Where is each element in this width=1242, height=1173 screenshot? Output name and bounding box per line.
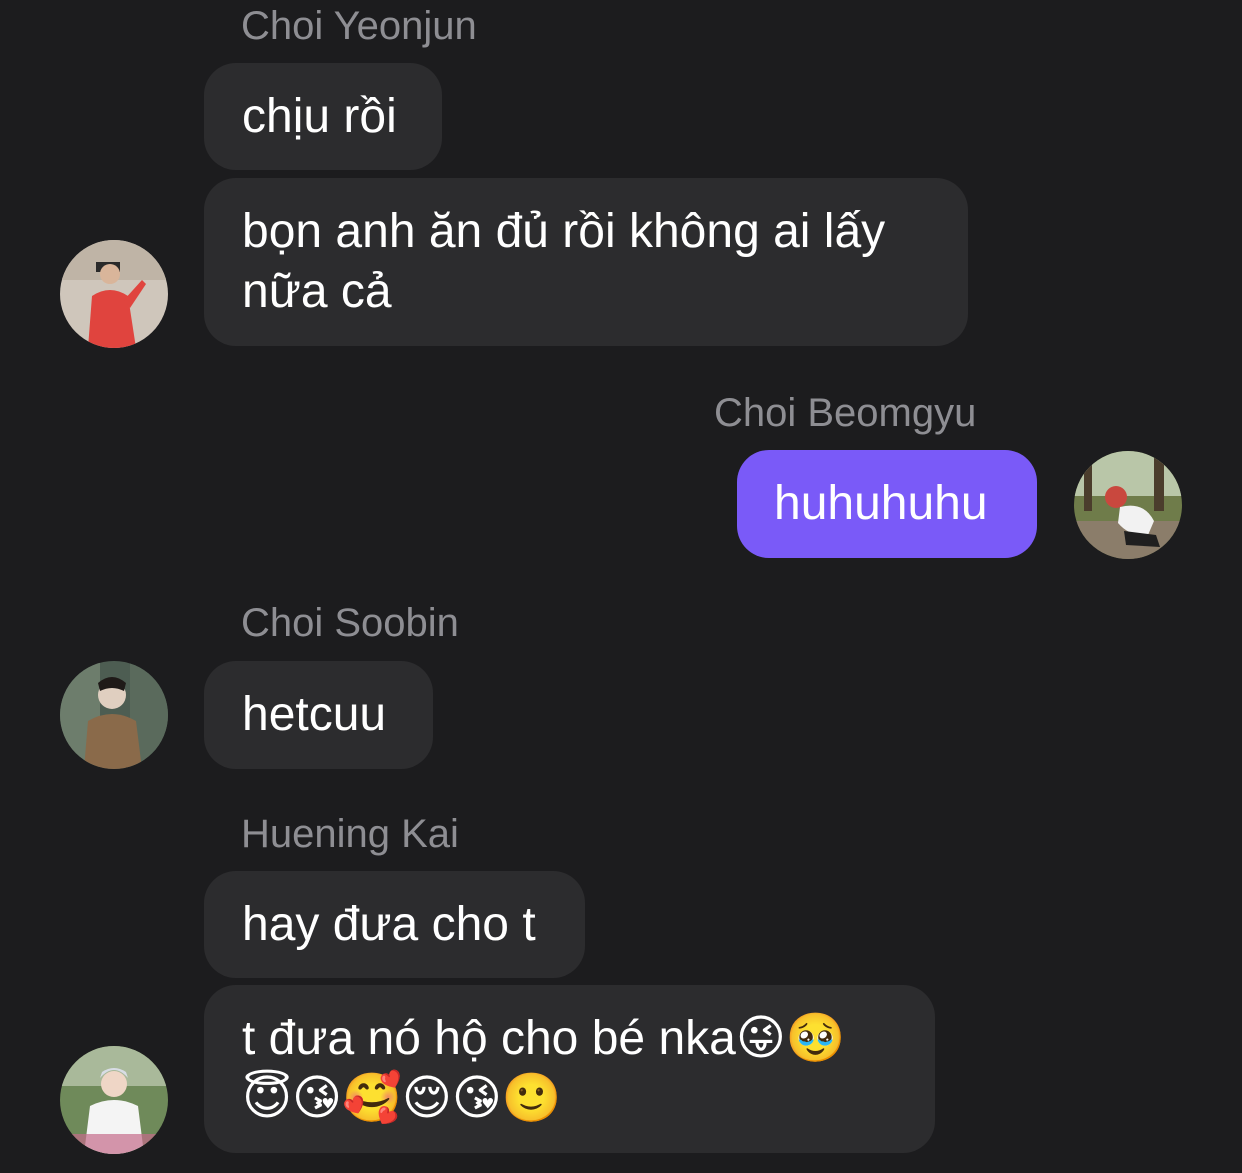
sender-name: Huening Kai — [241, 812, 459, 856]
message-bubble[interactable]: hetcuu — [204, 661, 433, 769]
avatar-beomgyu-image — [1074, 451, 1182, 559]
message-bubble[interactable]: t đưa nó hộ cho bé nka😜🥹 😇😘🥰😌😘🙂 — [204, 985, 935, 1153]
sender-name: Choi Beomgyu — [714, 391, 977, 435]
avatar-hueningkai-image — [60, 1046, 168, 1154]
avatar[interactable] — [60, 661, 168, 769]
avatar[interactable] — [1074, 451, 1182, 559]
message-text: hay đưa cho t — [242, 898, 536, 951]
avatar-soobin-image — [60, 661, 168, 769]
avatar[interactable] — [60, 1046, 168, 1154]
message-bubble[interactable]: huhuhuhu — [737, 450, 1037, 558]
sender-name: Choi Soobin — [241, 601, 459, 645]
message-bubble[interactable]: hay đưa cho t — [204, 871, 585, 978]
avatar-yeonjun-image — [60, 240, 168, 348]
message-text: huhuhuhu — [774, 477, 988, 530]
message-text: bọn anh ăn đủ rồi không ai lấy — [242, 205, 886, 258]
message-text: t đưa nó hộ cho bé nka😜🥹 — [242, 1012, 846, 1065]
avatar[interactable] — [60, 240, 168, 348]
message-text: hetcuu — [242, 688, 387, 741]
message-text: nữa cả — [242, 265, 392, 318]
message-text: chịu rồi — [242, 90, 397, 143]
sender-name: Choi Yeonjun — [241, 4, 477, 48]
message-bubble[interactable]: bọn anh ăn đủ rồi không ai lấy nữa cả — [204, 178, 968, 346]
message-emoji-line: 😇😘🥰😌😘🙂 — [242, 1072, 562, 1125]
message-bubble[interactable]: chịu rồi — [204, 63, 442, 170]
